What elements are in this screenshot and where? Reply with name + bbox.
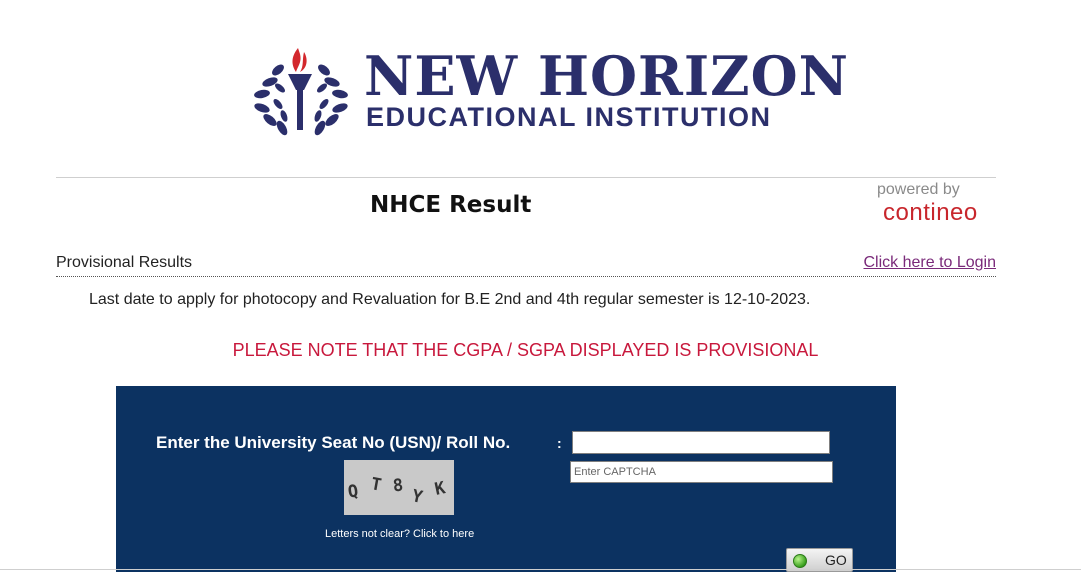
provisional-warning: PLEASE NOTE THAT THE CGPA / SGPA DISPLAY… — [232, 340, 819, 360]
usn-label: Enter the University Seat No (USN)/ Roll… — [156, 433, 511, 452]
captcha-char: Y — [410, 486, 425, 508]
result-form-panel: Enter the University Seat No (USN)/ Roll… — [116, 386, 896, 572]
dotted-divider — [56, 276, 996, 277]
footer-divider — [0, 569, 1081, 570]
notice-text: Last date to apply for photocopy and Rev… — [89, 291, 811, 308]
powered-by-text: powered by — [877, 181, 960, 198]
usn-input[interactable] — [572, 431, 830, 454]
logo-title: NEW HORIZON — [364, 44, 849, 108]
green-dot-icon — [793, 554, 807, 568]
login-link[interactable]: Click here to Login — [863, 254, 996, 272]
captcha-input[interactable] — [570, 461, 833, 483]
captcha-refresh-link[interactable]: Letters not clear? Click to here — [325, 528, 474, 540]
provisional-results-label: Provisional Results — [56, 254, 193, 271]
laurel-torch-icon — [254, 48, 348, 136]
usn-colon: : — [557, 435, 562, 451]
captcha-char: T — [369, 474, 383, 496]
institution-logo: NEW HORIZON EDUCATIONAL INSTITUTION — [248, 46, 848, 136]
header-divider — [56, 177, 996, 178]
go-label: GO — [825, 552, 847, 568]
captcha-char: K — [433, 478, 448, 500]
captcha-image: Q T 8 Y K — [344, 460, 454, 515]
logo-subtitle: EDUCATIONAL INSTITUTION — [366, 102, 772, 132]
captcha-char: 8 — [391, 475, 405, 497]
page-title: NHCE Result — [370, 192, 532, 218]
captcha-char: Q — [346, 481, 360, 503]
brand-name: contineo — [883, 199, 978, 226]
